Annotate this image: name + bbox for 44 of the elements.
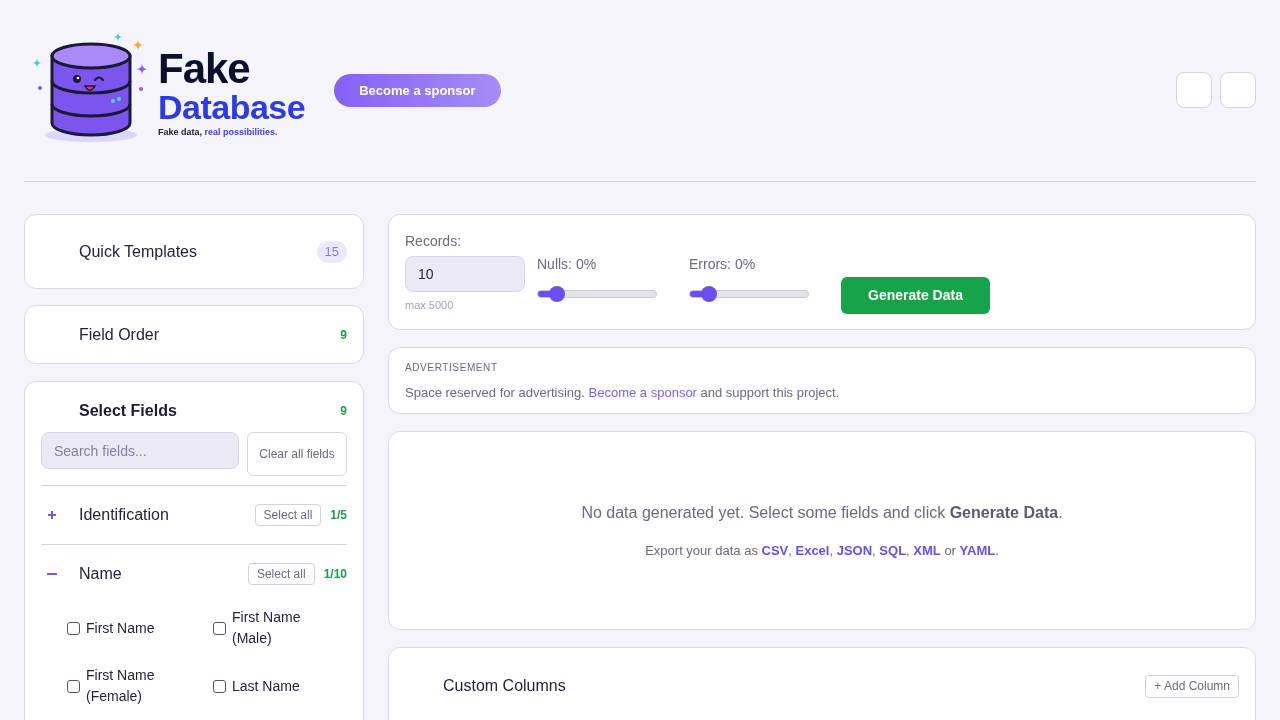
panel-title: Quick Templates bbox=[79, 241, 197, 262]
selection-count: 1/10 bbox=[323, 566, 347, 583]
export-text: Export your data as CSV, Excel, JSON, SQL, XML or YAML. bbox=[645, 541, 999, 560]
empty-state-message: No data generated yet. Select some fields and click Generate Data. bbox=[581, 502, 1063, 523]
add-column-button[interactable]: + Add Column bbox=[1145, 674, 1239, 698]
panel-title: Custom Columns bbox=[443, 676, 566, 696]
slider-label: Nulls: 0% bbox=[537, 256, 598, 273]
category-name[interactable]: Identification bbox=[79, 503, 169, 527]
checkbox[interactable] bbox=[213, 679, 226, 693]
selection-count: 1/5 bbox=[330, 507, 347, 524]
panel-title: Select Fields bbox=[79, 401, 177, 421]
select-all-button[interactable]: Select all bbox=[247, 563, 315, 585]
format-link[interactable]: CSV bbox=[761, 542, 789, 558]
logo-wordmark: Database bbox=[158, 90, 306, 124]
sponsor-button[interactable]: Become a sponsor bbox=[334, 74, 501, 107]
checkbox[interactable] bbox=[213, 621, 226, 635]
field-label: First Name (Male) bbox=[232, 608, 302, 648]
checkbox[interactable] bbox=[67, 679, 80, 693]
logo-wordmark: Fake bbox=[158, 48, 251, 90]
field-label: First Name (Female) bbox=[86, 666, 156, 706]
records-input[interactable]: 10 bbox=[405, 256, 525, 292]
sponsor-link[interactable]: Become a sponsor bbox=[588, 385, 697, 400]
field-label: Last Name bbox=[232, 676, 300, 696]
count-badge: 15 bbox=[316, 240, 347, 263]
search-field[interactable]: Search fields... bbox=[41, 432, 239, 469]
field-count: 9 bbox=[340, 326, 347, 344]
field-count: 9 bbox=[340, 403, 347, 420]
ad-label: ADVERTISEMENT bbox=[405, 361, 499, 375]
generate-button[interactable]: Generate Data bbox=[841, 277, 990, 314]
ad-text: Space reserved for advertising. Become a sponsor and support this project. bbox=[405, 384, 841, 401]
logo-tagline: Fake data, real possibilities. bbox=[158, 127, 279, 138]
records-label: Records: bbox=[405, 233, 463, 250]
plus-icon[interactable] bbox=[46, 509, 58, 521]
panel-title: Field Order bbox=[79, 324, 160, 345]
format-link[interactable]: XML bbox=[913, 542, 941, 558]
category-name[interactable]: Name bbox=[79, 562, 122, 586]
templates-panel[interactable]: Quick Templates 15 bbox=[24, 214, 364, 289]
field-order-panel[interactable]: Field Order 9 bbox=[24, 305, 364, 364]
clear-all-button[interactable]: Clear all fields bbox=[247, 432, 347, 476]
slider-label: Errors: 0% bbox=[689, 256, 757, 273]
field-label: First Name bbox=[86, 618, 155, 638]
select-all-button[interactable]: Select all bbox=[254, 504, 322, 526]
records-hint: max 5000 bbox=[405, 298, 455, 313]
checkbox[interactable] bbox=[67, 621, 80, 635]
